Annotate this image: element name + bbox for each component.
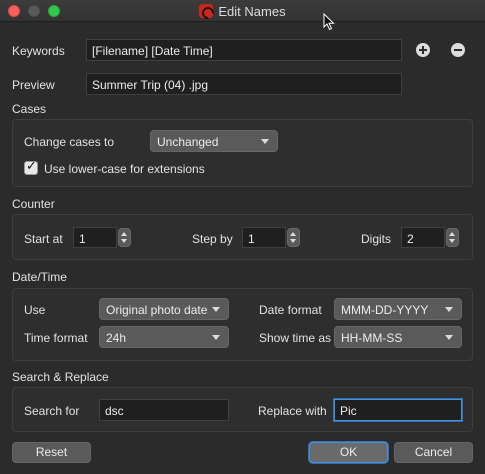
date-format-popup[interactable]: MMM-DD-YYYY — [334, 298, 462, 320]
time-format-popup[interactable]: 24h — [99, 326, 229, 348]
remove-keyword-button[interactable] — [451, 43, 465, 57]
checkmark-icon: ✓ — [26, 159, 37, 174]
start-at-label: Start at — [24, 232, 63, 246]
keywords-label: Keywords — [12, 44, 65, 58]
digits-input[interactable]: 2 — [401, 227, 445, 248]
search-for-input[interactable]: dsc — [99, 399, 229, 421]
change-cases-popup[interactable]: Unchanged — [150, 130, 278, 152]
start-at-input[interactable]: 1 — [73, 227, 117, 248]
mouse-cursor-icon — [323, 13, 335, 31]
time-format-value: 24h — [106, 331, 127, 345]
show-time-value: HH-MM-SS — [341, 331, 403, 345]
stepper-down-icon — [121, 239, 127, 243]
date-source-popup[interactable]: Original photo date — [99, 298, 229, 320]
chevron-down-icon — [212, 307, 220, 312]
search-replace-heading: Search & Replace — [12, 370, 109, 384]
time-format-label: Time format — [24, 331, 88, 345]
title-bar: Edit Names — [0, 0, 485, 31]
cases-heading: Cases — [12, 102, 47, 116]
chevron-down-icon — [212, 335, 220, 340]
ok-button[interactable]: OK — [309, 442, 388, 463]
search-for-label: Search for — [24, 404, 80, 418]
change-cases-label: Change cases to — [24, 135, 115, 149]
stepper-down-icon — [290, 239, 296, 243]
date-format-value: MMM-DD-YYYY — [341, 303, 429, 317]
step-by-stepper[interactable] — [287, 228, 300, 247]
counter-heading: Counter — [12, 197, 55, 211]
lowercase-extensions-checkbox[interactable]: ✓ — [24, 159, 38, 175]
step-by-input[interactable]: 1 — [242, 227, 286, 248]
use-label: Use — [24, 303, 46, 317]
replace-with-input[interactable]: Pic — [334, 399, 462, 421]
reset-button[interactable]: Reset — [12, 442, 91, 463]
cancel-button[interactable]: Cancel — [394, 442, 473, 463]
lowercase-extensions-label: Use lower-case for extensions — [44, 162, 205, 176]
change-cases-value: Unchanged — [157, 135, 219, 149]
digits-label: Digits — [361, 232, 392, 246]
date-format-label: Date format — [259, 303, 322, 317]
stepper-up-icon — [290, 232, 296, 236]
replace-with-label: Replace with — [258, 404, 327, 418]
preview-label: Preview — [12, 78, 55, 92]
chevron-down-icon — [445, 307, 453, 312]
stepper-down-icon — [449, 239, 455, 243]
keywords-input[interactable]: [Filename] [Date Time] — [86, 39, 402, 61]
step-by-label: Step by — [192, 232, 233, 246]
chevron-down-icon — [261, 139, 269, 144]
stepper-up-icon — [121, 232, 127, 236]
preview-field: Summer Trip (04) .jpg — [86, 73, 402, 95]
window-title: Edit Names — [218, 4, 286, 19]
chevron-down-icon — [445, 335, 453, 340]
date-source-value: Original photo date — [106, 303, 208, 317]
add-keyword-button[interactable] — [416, 43, 430, 57]
show-time-popup[interactable]: HH-MM-SS — [334, 326, 462, 348]
digits-stepper[interactable] — [446, 228, 459, 247]
datetime-heading: Date/Time — [12, 270, 67, 284]
show-time-label: Show time as — [259, 331, 332, 345]
stepper-up-icon — [449, 232, 455, 236]
start-at-stepper[interactable] — [118, 228, 131, 247]
app-icon — [199, 4, 214, 18]
